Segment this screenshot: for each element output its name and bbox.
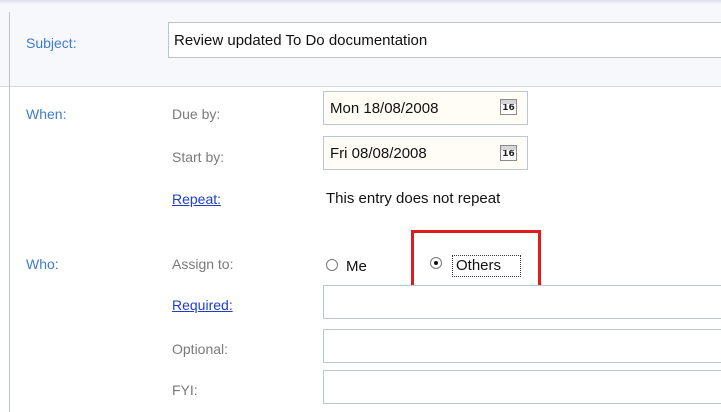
required-input[interactable] <box>323 285 721 319</box>
assign-to-label: Assign to: <box>172 256 234 272</box>
repeat-status-text: This entry does not repeat <box>326 190 501 207</box>
due-by-date-field[interactable]: Mon 18/08/2008 <box>323 91 528 125</box>
subject-label: Subject: <box>26 35 77 51</box>
fyi-label: FYI: <box>172 382 198 398</box>
left-divider <box>9 12 10 412</box>
start-by-calendar-icon[interactable]: 16 <box>500 145 517 161</box>
optional-label: Optional: <box>172 341 229 357</box>
top-divider <box>0 0 721 4</box>
optional-input[interactable] <box>323 329 721 363</box>
due-by-calendar-icon[interactable]: 16 <box>500 99 517 115</box>
start-by-label: Start by: <box>172 149 225 165</box>
start-by-date-field[interactable]: Fri 08/08/2008 <box>323 136 528 170</box>
who-section-label: Who: <box>26 256 59 272</box>
subject-input[interactable]: Review updated To Do documentation <box>168 22 721 58</box>
assign-me-label[interactable]: Me <box>346 258 367 275</box>
due-by-date-value: Mon 18/08/2008 <box>330 99 439 117</box>
due-by-label: Due by: <box>172 106 221 122</box>
repeat-link[interactable]: Repeat: <box>172 191 221 207</box>
fyi-input[interactable] <box>323 370 721 404</box>
assign-me-radio[interactable] <box>326 259 338 271</box>
start-by-date-value: Fri 08/08/2008 <box>330 144 427 162</box>
when-section-label: When: <box>26 106 67 122</box>
required-link[interactable]: Required: <box>172 297 233 313</box>
